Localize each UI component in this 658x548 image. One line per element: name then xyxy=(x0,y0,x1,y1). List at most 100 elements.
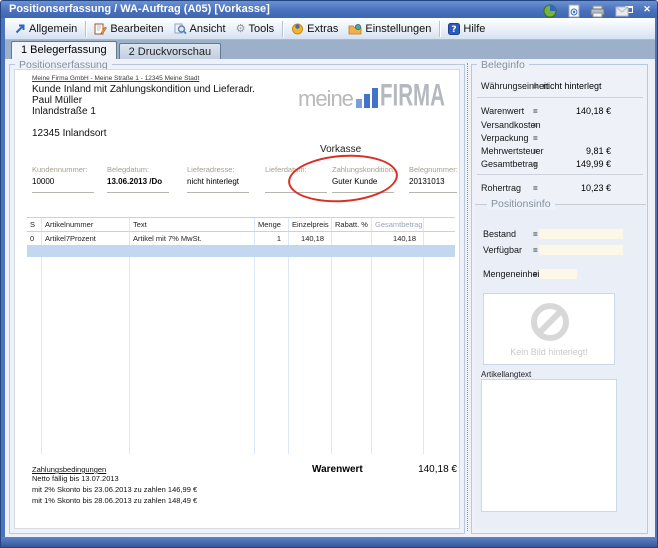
mengeneinheit-field[interactable] xyxy=(539,269,577,279)
col-gesamtbetrag: Gesamtbetrag xyxy=(372,218,424,231)
table-empty-area[interactable] xyxy=(27,257,455,454)
toolbar-separator xyxy=(85,21,86,37)
view-icon xyxy=(174,23,187,35)
menu-einstellungen[interactable]: Einstellungen xyxy=(343,21,436,37)
address-line: Kunde Inland mit Zahlungskondition und L… xyxy=(32,84,255,95)
gesamtbetrag-value: 149,99 € xyxy=(537,159,611,169)
arrow-up-right-icon xyxy=(14,23,26,35)
document-preview: Meine Firma GmbH - Meine Straße 1 - 1234… xyxy=(14,69,460,529)
mehrwertsteuer-value: 9,81 € xyxy=(537,146,611,156)
belegnummer-value[interactable]: 20131013 xyxy=(409,177,445,186)
warenwert-label: Warenwert xyxy=(481,106,524,116)
rohertrag-label: Rohertrag xyxy=(481,183,521,193)
menu-allgemein[interactable]: Allgemein xyxy=(9,21,82,37)
beleginfo-group-label: Beleginfo xyxy=(477,59,529,71)
document-type: Vorkasse xyxy=(320,144,361,155)
menu-label: Einstellungen xyxy=(365,23,431,35)
red-circle-annotation xyxy=(286,151,399,206)
pie-chart-icon[interactable] xyxy=(542,4,557,18)
positions-table: S Artikelnummer Text Menge Einzelpreis R… xyxy=(27,217,455,454)
selected-empty-row[interactable] xyxy=(27,245,455,257)
col-s: S xyxy=(27,218,42,231)
print-preview-icon[interactable] xyxy=(566,4,581,18)
address-line: Paul Müller xyxy=(32,95,82,106)
equals-sign: = xyxy=(533,270,538,279)
menu-label: Allgemein xyxy=(29,23,77,35)
table-row[interactable]: 0 Artikel7Prozent Artikel mit 7% MwSt. 1… xyxy=(27,232,455,245)
menu-label: Bearbeiten xyxy=(110,23,163,35)
separator xyxy=(477,97,643,98)
sender-line: Meine Firma GmbH - Meine Straße 1 - 1234… xyxy=(32,75,199,82)
field-label: Lieferadresse: xyxy=(187,165,235,174)
payment-line: Netto fällig bis 13.07.2013 xyxy=(32,474,119,483)
field-label: Belegnummer: xyxy=(409,165,458,174)
versandkosten-label: Versandkosten xyxy=(481,120,541,130)
edit-icon xyxy=(94,23,107,35)
mail-icon[interactable] xyxy=(614,4,629,18)
printer-icon[interactable] xyxy=(590,4,605,18)
menubar: Allgemein Bearbeiten Ansicht ⚙ Tools Ext… xyxy=(5,18,655,40)
col-rabatt: Rabatt. % xyxy=(332,218,372,231)
svg-text:?: ? xyxy=(452,25,457,35)
warenwert-total-value: 140,18 € xyxy=(395,464,457,475)
menu-hilfe[interactable]: ? Hilfe xyxy=(443,21,490,37)
waehrungseinheit-value: nicht hinterlegt xyxy=(537,81,637,91)
belegdatum-value[interactable]: 13.06.2013 /Do xyxy=(107,177,162,186)
col-text: Text xyxy=(130,218,255,231)
menu-bearbeiten[interactable]: Bearbeiten xyxy=(89,21,168,37)
equals-sign: = xyxy=(533,246,538,255)
artikellangtext-field[interactable] xyxy=(481,379,617,512)
separator xyxy=(477,174,643,175)
equals-sign: = xyxy=(533,121,538,130)
kundennummer-value[interactable]: 10000 xyxy=(32,177,54,186)
logo-word-meine: meine xyxy=(298,90,353,108)
menu-ansicht[interactable]: Ansicht xyxy=(169,21,231,37)
tab-strip: 1 Belegerfassung 2 Druckvorschau xyxy=(5,40,655,59)
equals-sign: = xyxy=(533,230,538,239)
payment-line: mit 1% Skonto bis 28.06.2013 zu zahlen 1… xyxy=(32,496,197,505)
warenwert-value: 140,18 € xyxy=(537,106,611,116)
tab-druckvorschau[interactable]: 2 Druckvorschau xyxy=(119,43,222,59)
no-image-text: Kein Bild hinterlegt! xyxy=(483,347,615,357)
company-logo: meine FIRMA xyxy=(298,88,459,108)
toolbar-separator xyxy=(439,21,440,37)
menu-label: Ansicht xyxy=(190,23,226,35)
verfuegbar-field[interactable] xyxy=(539,245,623,255)
payment-line: mit 2% Skonto bis 23.06.2013 zu zahlen 1… xyxy=(32,485,197,494)
menu-label: Hilfe xyxy=(463,23,485,35)
verfuegbar-label: Verfügbar xyxy=(483,245,522,255)
field-label: Kundennummer: xyxy=(32,165,87,174)
logo-bars-icon xyxy=(356,88,378,108)
menu-label: Tools xyxy=(248,23,274,35)
rohertrag-value: 10,23 € xyxy=(537,183,611,193)
verpackung-label: Verpackung xyxy=(481,133,529,143)
menu-extras[interactable]: Extras xyxy=(286,20,343,37)
tools-gear-icon: ⚙ xyxy=(236,23,246,34)
address-line: Inlandstraße 1 xyxy=(32,106,96,117)
col-einzelpreis: Einzelpreis xyxy=(289,218,332,231)
col-artikelnummer: Artikelnummer xyxy=(42,218,130,231)
menu-label: Extras xyxy=(307,23,338,35)
window-frame-bottom xyxy=(1,537,658,547)
no-image-icon xyxy=(530,302,570,342)
panel-splitter[interactable] xyxy=(467,63,468,531)
artikellangtext-label: Artikellangtext xyxy=(481,370,531,379)
payment-terms-title: Zahlungsbedingungen xyxy=(32,465,106,474)
lieferadresse-value[interactable]: nicht hinterlegt xyxy=(187,177,239,186)
logo-word-firma: FIRMA xyxy=(380,83,445,108)
help-icon: ? xyxy=(448,23,460,35)
bestand-field[interactable] xyxy=(539,229,623,239)
equals-sign: = xyxy=(533,134,538,143)
gesamtbetrag-label: Gesamtbetrag xyxy=(481,159,538,169)
tab-belegerfassung[interactable]: 1 Belegerfassung xyxy=(11,41,117,59)
close-button[interactable]: ✕ xyxy=(640,3,654,15)
window-title: Positionserfassung / WA-Auftrag (A05) [V… xyxy=(9,3,270,15)
settings-icon xyxy=(348,23,362,35)
extras-icon xyxy=(291,22,304,35)
table-header-row: S Artikelnummer Text Menge Einzelpreis R… xyxy=(27,217,455,232)
address-city-line: 12345 Inlandsort xyxy=(32,128,107,139)
toolbar-separator xyxy=(282,21,283,37)
menu-tools[interactable]: ⚙ Tools xyxy=(231,21,280,37)
bestand-label: Bestand xyxy=(483,229,516,239)
field-label: Belegdatum: xyxy=(107,165,149,174)
